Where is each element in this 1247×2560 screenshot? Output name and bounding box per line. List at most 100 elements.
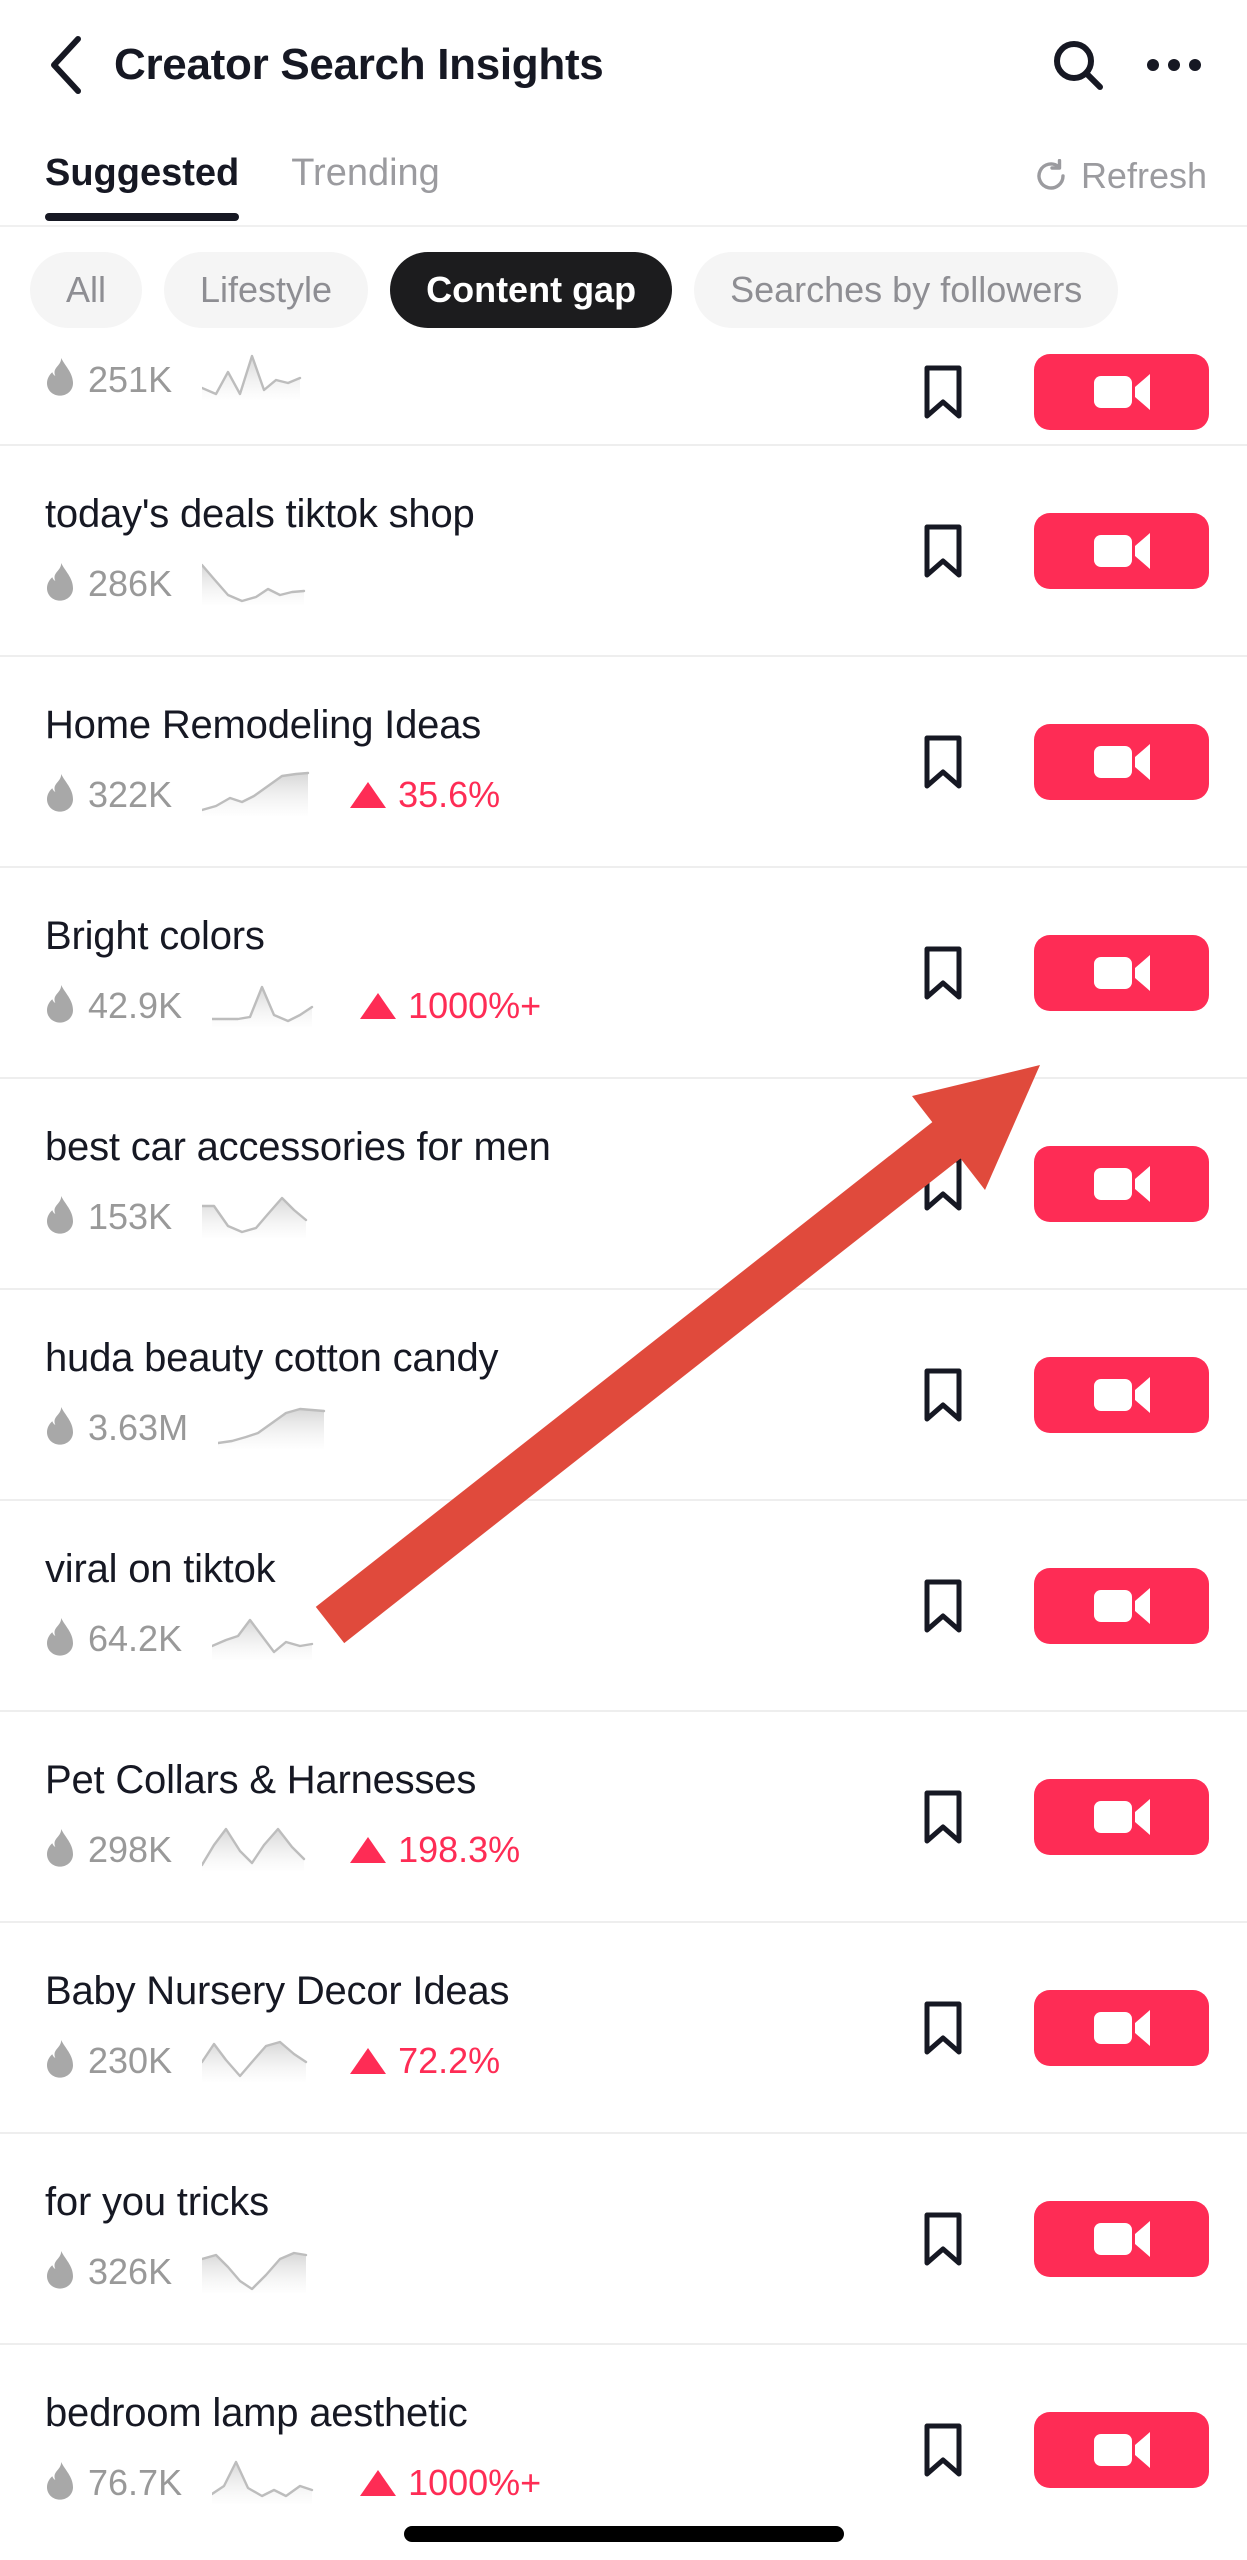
list-item-title: best car accessories for men <box>45 1124 551 1169</box>
list-item-metrics: 251K <box>45 354 911 405</box>
create-video-button[interactable] <box>1034 723 1209 800</box>
bookmark-button[interactable] <box>911 1156 975 1212</box>
list-item[interactable]: Home Remodeling Ideas 322K 35.6% <box>0 655 1247 866</box>
list-item-actions <box>911 934 1209 1011</box>
flame-icon-wrap <box>45 562 75 606</box>
list-item[interactable]: for you tricks 326K <box>0 2132 1247 2343</box>
bookmark-button[interactable] <box>911 2000 975 2056</box>
list-item-actions <box>911 2411 1209 2488</box>
bookmark-icon <box>924 735 962 788</box>
search-insights-list: 251K today's deals tiktok shop 286K Home Re… <box>0 354 1247 2554</box>
video-camera-icon <box>1093 1165 1150 1202</box>
create-video-button[interactable] <box>1034 1356 1209 1433</box>
search-volume: 322K <box>88 774 173 815</box>
list-item-content: Pet Collars & Harnesses 298K 198.3% <box>45 1758 911 1876</box>
more-options-button[interactable] <box>1141 32 1207 98</box>
tab-suggested[interactable]: Suggested <box>45 152 240 221</box>
bookmark-icon <box>924 1157 962 1210</box>
bookmark-button[interactable] <box>911 2422 975 2478</box>
trend-value: 198.3% <box>398 1829 521 1870</box>
nav-actions <box>1045 32 1207 98</box>
bookmark-button[interactable] <box>911 1367 975 1423</box>
create-video-button[interactable] <box>1034 512 1209 589</box>
list-item[interactable]: bedroom lamp aesthetic 76.7K 1000%+ <box>0 2343 1247 2554</box>
bookmark-button[interactable] <box>911 1578 975 1634</box>
list-item[interactable]: huda beauty cotton candy 3.63M <box>0 1288 1247 1499</box>
flame-icon <box>47 1195 73 1234</box>
more-options-icon <box>1147 59 1201 71</box>
bookmark-icon <box>924 524 962 577</box>
trend-sparkline <box>200 770 314 821</box>
search-button[interactable] <box>1045 32 1111 98</box>
search-volume: 251K <box>88 358 173 400</box>
bookmark-icon <box>924 1579 962 1632</box>
page-title: Creator Search Insights <box>114 40 604 89</box>
video-camera-icon <box>1093 2220 1150 2257</box>
flame-icon-wrap <box>45 984 75 1028</box>
list-item[interactable]: Pet Collars & Harnesses 298K 198.3% <box>0 1710 1247 1921</box>
trend-sparkline <box>200 1192 314 1243</box>
create-video-button[interactable] <box>1034 1145 1209 1222</box>
bookmark-button[interactable] <box>911 364 975 420</box>
search-volume: 230K <box>88 2040 173 2081</box>
list-item-content: Baby Nursery Decor Ideas 230K 72.2% <box>45 1969 911 2087</box>
trend-sparkline <box>216 1403 330 1454</box>
list-item[interactable]: best car accessories for men 153K <box>0 1077 1247 1288</box>
filter-chip-searches-by-followers[interactable]: Searches by followers <box>694 252 1119 328</box>
bookmark-button[interactable] <box>911 2211 975 2267</box>
list-item-title: Home Remodeling Ideas <box>45 702 482 747</box>
create-video-button[interactable] <box>1034 1989 1209 2066</box>
list-item-actions <box>911 512 1209 589</box>
search-volume: 76.7K <box>88 2462 183 2503</box>
flame-icon <box>47 2039 73 2078</box>
flame-icon-wrap <box>45 358 75 401</box>
trend-value: 1000%+ <box>408 2462 542 2503</box>
trend-sparkline <box>200 1825 314 1876</box>
list-item[interactable]: Baby Nursery Decor Ideas 230K 72.2% <box>0 1921 1247 2132</box>
list-item[interactable]: viral on tiktok 64.2K <box>0 1499 1247 1710</box>
bookmark-button[interactable] <box>911 945 975 1001</box>
filter-chip-lifestyle[interactable]: Lifestyle <box>164 252 369 328</box>
list-item-content: Bright colors 42.9K 1000%+ <box>45 914 911 1032</box>
tab-trending[interactable]: Trending <box>291 152 440 221</box>
sparkline-icon <box>200 1196 308 1238</box>
video-camera-icon <box>1093 532 1150 569</box>
create-video-button[interactable] <box>1034 1778 1209 1855</box>
filter-chip-all[interactable]: All <box>30 252 143 328</box>
list-item[interactable]: 251K <box>0 354 1247 444</box>
trend-up-icon <box>360 2470 397 2496</box>
refresh-button[interactable]: Refresh <box>1034 152 1207 197</box>
sparkline-icon <box>200 2040 308 2082</box>
search-volume: 64.2K <box>88 1618 183 1659</box>
list-item-content: bedroom lamp aesthetic 76.7K 1000%+ <box>45 2391 911 2509</box>
filter-chip-content-gap[interactable]: Content gap <box>390 252 673 328</box>
list-item[interactable]: today's deals tiktok shop 286K <box>0 444 1247 655</box>
create-video-button[interactable] <box>1034 934 1209 1011</box>
search-volume: 3.63M <box>88 1407 189 1448</box>
back-button[interactable] <box>30 30 100 100</box>
list-item-title: huda beauty cotton candy <box>45 1335 499 1380</box>
trend-value: 72.2% <box>398 2040 501 2081</box>
video-camera-icon <box>1093 954 1150 991</box>
bookmark-button[interactable] <box>911 523 975 579</box>
list-item-title: today's deals tiktok shop <box>45 491 475 536</box>
list-item-content: Home Remodeling Ideas 322K 35.6% <box>45 703 911 821</box>
flame-icon-wrap <box>45 2039 75 2083</box>
bookmark-button[interactable] <box>911 734 975 790</box>
create-video-button[interactable] <box>1034 2411 1209 2488</box>
list-item-metrics: 286K <box>45 559 911 610</box>
create-video-button[interactable] <box>1034 354 1209 430</box>
flame-icon-wrap <box>45 2250 75 2294</box>
create-video-button[interactable] <box>1034 2200 1209 2277</box>
video-camera-icon <box>1093 2431 1150 2468</box>
search-volume: 298K <box>88 1829 173 1870</box>
refresh-icon <box>1037 159 1065 190</box>
list-item-metrics: 76.7K 1000%+ <box>45 2458 911 2509</box>
flame-icon <box>47 2250 73 2289</box>
list-item-actions <box>911 1778 1209 1855</box>
create-video-button[interactable] <box>1034 1567 1209 1644</box>
flame-icon <box>47 562 73 601</box>
list-item[interactable]: Bright colors 42.9K 1000%+ <box>0 866 1247 1077</box>
flame-icon-wrap <box>45 2461 75 2505</box>
bookmark-button[interactable] <box>911 1789 975 1845</box>
